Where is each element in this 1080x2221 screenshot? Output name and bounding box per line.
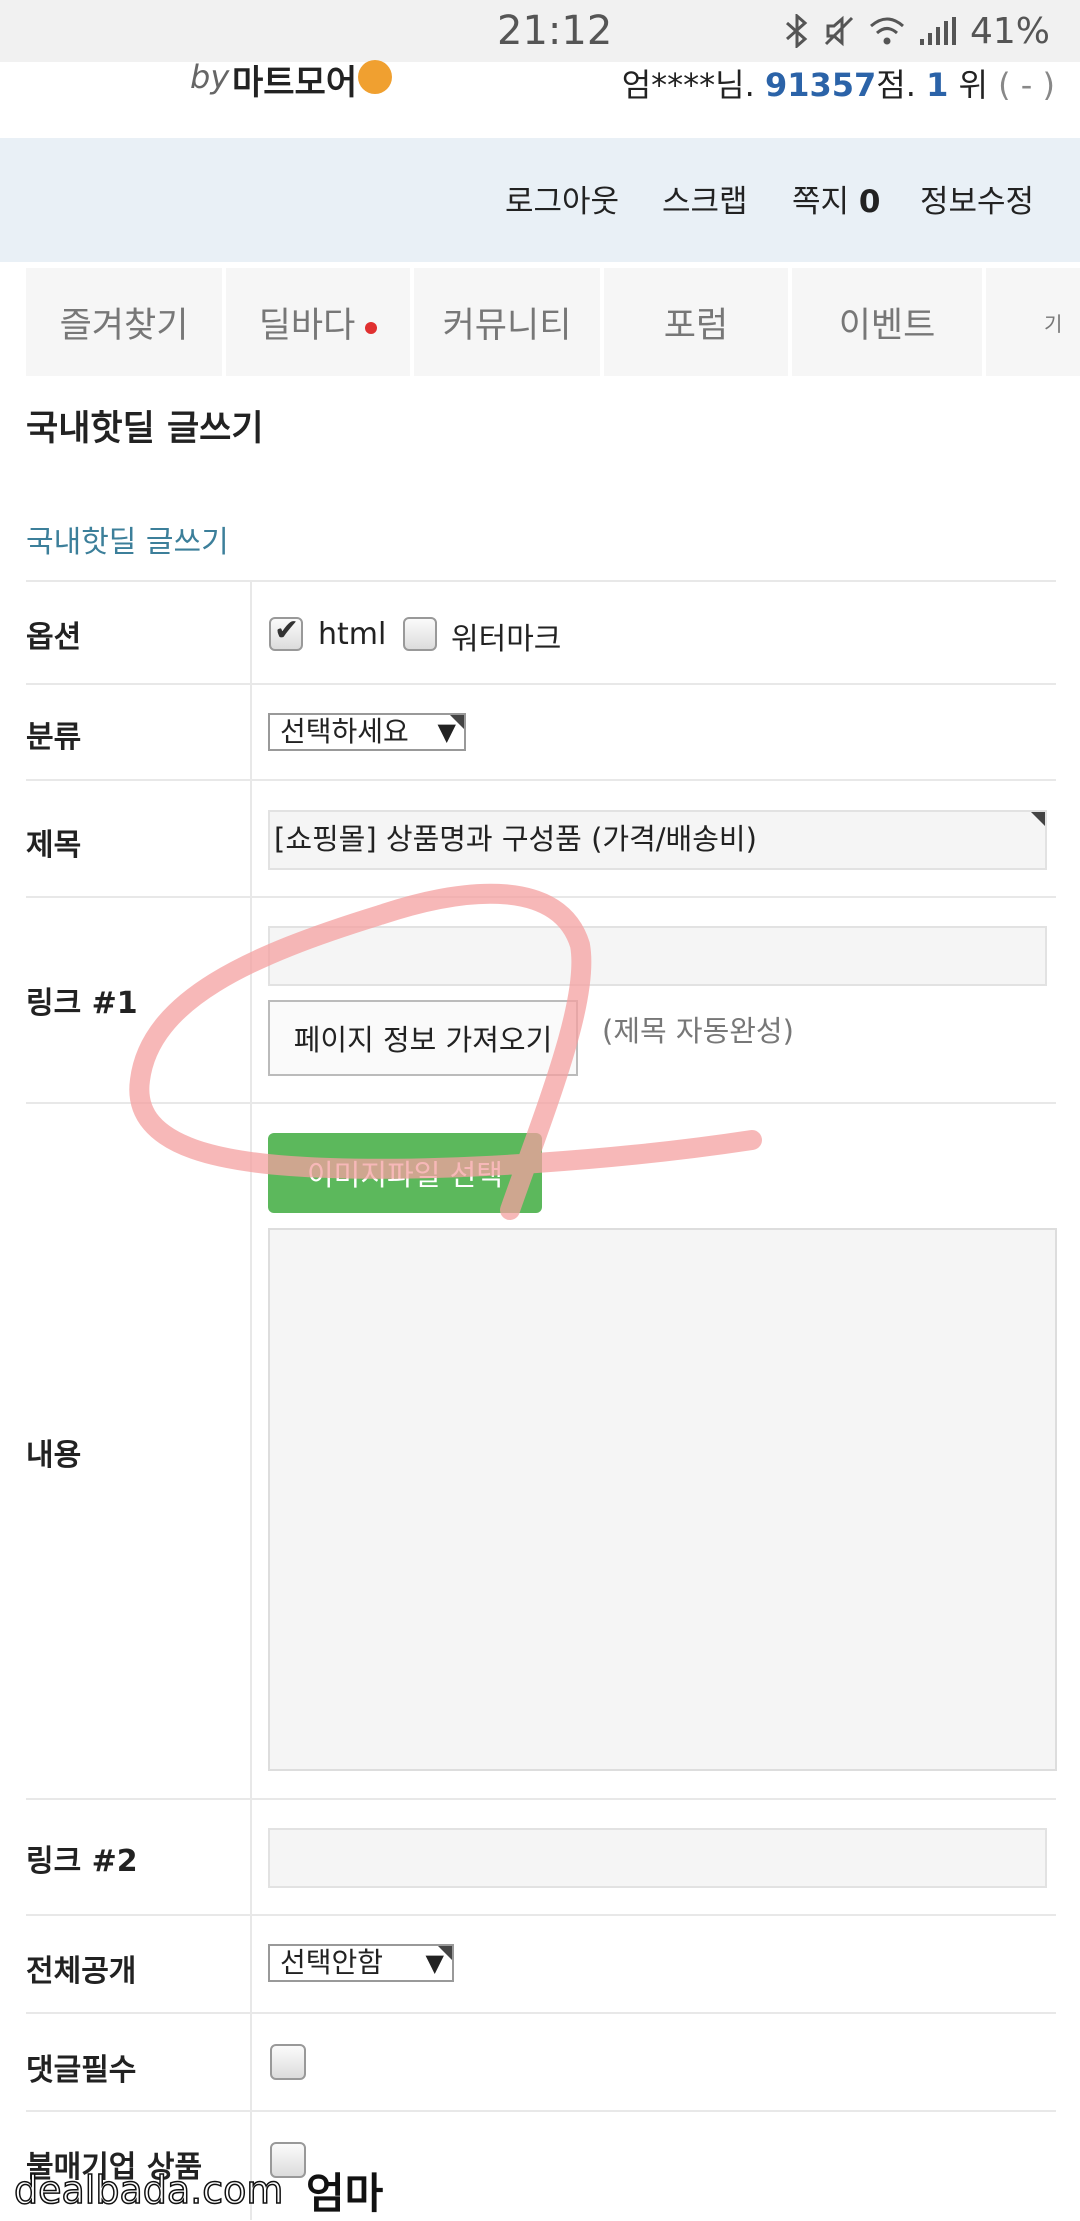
- divider: [26, 896, 1056, 898]
- by-text: by: [190, 58, 230, 96]
- messages-label: 쪽지: [792, 184, 850, 220]
- link1-input[interactable]: [268, 926, 1047, 986]
- tab-more[interactable]: 기: [986, 268, 1080, 376]
- user-rank: 1: [926, 66, 949, 104]
- category-select[interactable]: 선택하세요 ▼: [268, 713, 466, 751]
- divider: [26, 2012, 1056, 2014]
- divider: [26, 1102, 1056, 1104]
- scrap-link[interactable]: 스크랩: [662, 176, 748, 221]
- tab-label: 딜바다: [258, 305, 356, 346]
- option-label: 옵션: [26, 620, 82, 655]
- html-label: html: [318, 617, 387, 652]
- link2-label: 링크 #2: [26, 1844, 138, 1879]
- divider: [26, 1798, 1056, 1800]
- dropdown-corner-icon: [450, 715, 464, 729]
- tab-dealbada[interactable]: 딜바다: [226, 268, 410, 376]
- mute-icon: [822, 14, 856, 48]
- tab-forum[interactable]: 포럼: [604, 268, 788, 376]
- content-textarea[interactable]: [268, 1228, 1057, 1771]
- fetch-hint: (제목 자동완성): [602, 1014, 794, 1048]
- brand-name[interactable]: 마트모어: [232, 55, 357, 104]
- public-select[interactable]: 선택안함 ▼: [268, 1944, 454, 1982]
- edit-info-link[interactable]: 정보수정: [920, 176, 1034, 221]
- user-name: 엄****님.: [621, 66, 755, 104]
- tab-label: 즐겨찾기: [59, 305, 189, 346]
- tab-label: 기: [1044, 311, 1063, 336]
- battery-text: 41%: [969, 10, 1050, 52]
- tab-label: 커뮤니티: [442, 305, 572, 346]
- dropdown-corner-icon: [438, 1946, 452, 1960]
- tab-label: 포럼: [663, 305, 729, 346]
- content-label: 내용: [26, 1438, 82, 1473]
- tab-favorites[interactable]: 즐겨찾기: [26, 268, 222, 376]
- user-info: 엄****님. 91357점. 1 위 ( - ): [622, 60, 1055, 106]
- category-label: 분류: [26, 720, 82, 755]
- subject-input[interactable]: [쇼핑몰] 상품명과 구성품 (가격/배송비): [268, 810, 1047, 870]
- brand-logo-icon: [358, 60, 392, 94]
- section-title: 국내핫딜 글쓰기: [26, 525, 229, 560]
- link1-label: 링크 #1: [26, 986, 138, 1021]
- bluetooth-icon: [784, 14, 810, 48]
- new-dot-icon: [365, 322, 378, 334]
- public-value: 선택안함: [280, 1946, 384, 1979]
- select-image-button[interactable]: 이미지파일 선택: [268, 1133, 542, 1213]
- public-label: 전체공개: [26, 1954, 137, 1989]
- logout-link[interactable]: 로그아웃: [505, 176, 619, 221]
- html-checkbox[interactable]: [269, 613, 303, 651]
- status-clock: 21:12: [497, 8, 613, 54]
- watermark-checkbox[interactable]: [403, 617, 437, 651]
- field-corner-icon: [1031, 812, 1045, 826]
- watermark-label: 워터마크: [451, 622, 562, 657]
- tab-event[interactable]: 이벤트: [792, 268, 982, 376]
- subject-label: 제목: [26, 828, 82, 863]
- rank-suffix: 위: [958, 66, 988, 104]
- signal-icon: [918, 15, 958, 47]
- nav-tabs: 즐겨찾기 딜바다 커뮤니티 포럼 이벤트 기: [0, 268, 1080, 376]
- caption-text: 엄마: [306, 2169, 384, 2218]
- account-action-bar: 로그아웃 스크랩 쪽지 0 정보수정: [0, 138, 1080, 262]
- points-suffix: 점.: [876, 66, 916, 104]
- link2-input[interactable]: [268, 1828, 1047, 1888]
- comment-required-checkbox[interactable]: [270, 2044, 306, 2080]
- status-icons: 41%: [784, 8, 1050, 54]
- page-title: 국내핫딜 글쓰기: [26, 409, 264, 449]
- category-value: 선택하세요: [280, 715, 409, 748]
- comment-required-label: 댓글필수: [26, 2053, 137, 2088]
- messages-link[interactable]: 쪽지 0: [792, 176, 880, 221]
- rank-change: ( - ): [998, 66, 1055, 104]
- divider: [26, 1914, 1056, 1916]
- user-points: 91357: [764, 66, 877, 104]
- divider: [26, 2110, 1056, 2112]
- fetch-page-info-button[interactable]: 페이지 정보 가져오기: [268, 1000, 578, 1076]
- wifi-icon: [868, 15, 906, 47]
- divider: [26, 580, 1056, 582]
- messages-count: 0: [858, 184, 881, 220]
- divider: [26, 683, 1056, 685]
- watermark-text: dealbada.com: [13, 2167, 284, 2213]
- tab-community[interactable]: 커뮤니티: [414, 268, 600, 376]
- divider: [26, 779, 1056, 781]
- subject-value: [쇼핑몰] 상품명과 구성품 (가격/배송비): [274, 822, 757, 856]
- tab-label: 이벤트: [838, 305, 936, 346]
- column-divider: [250, 582, 252, 2220]
